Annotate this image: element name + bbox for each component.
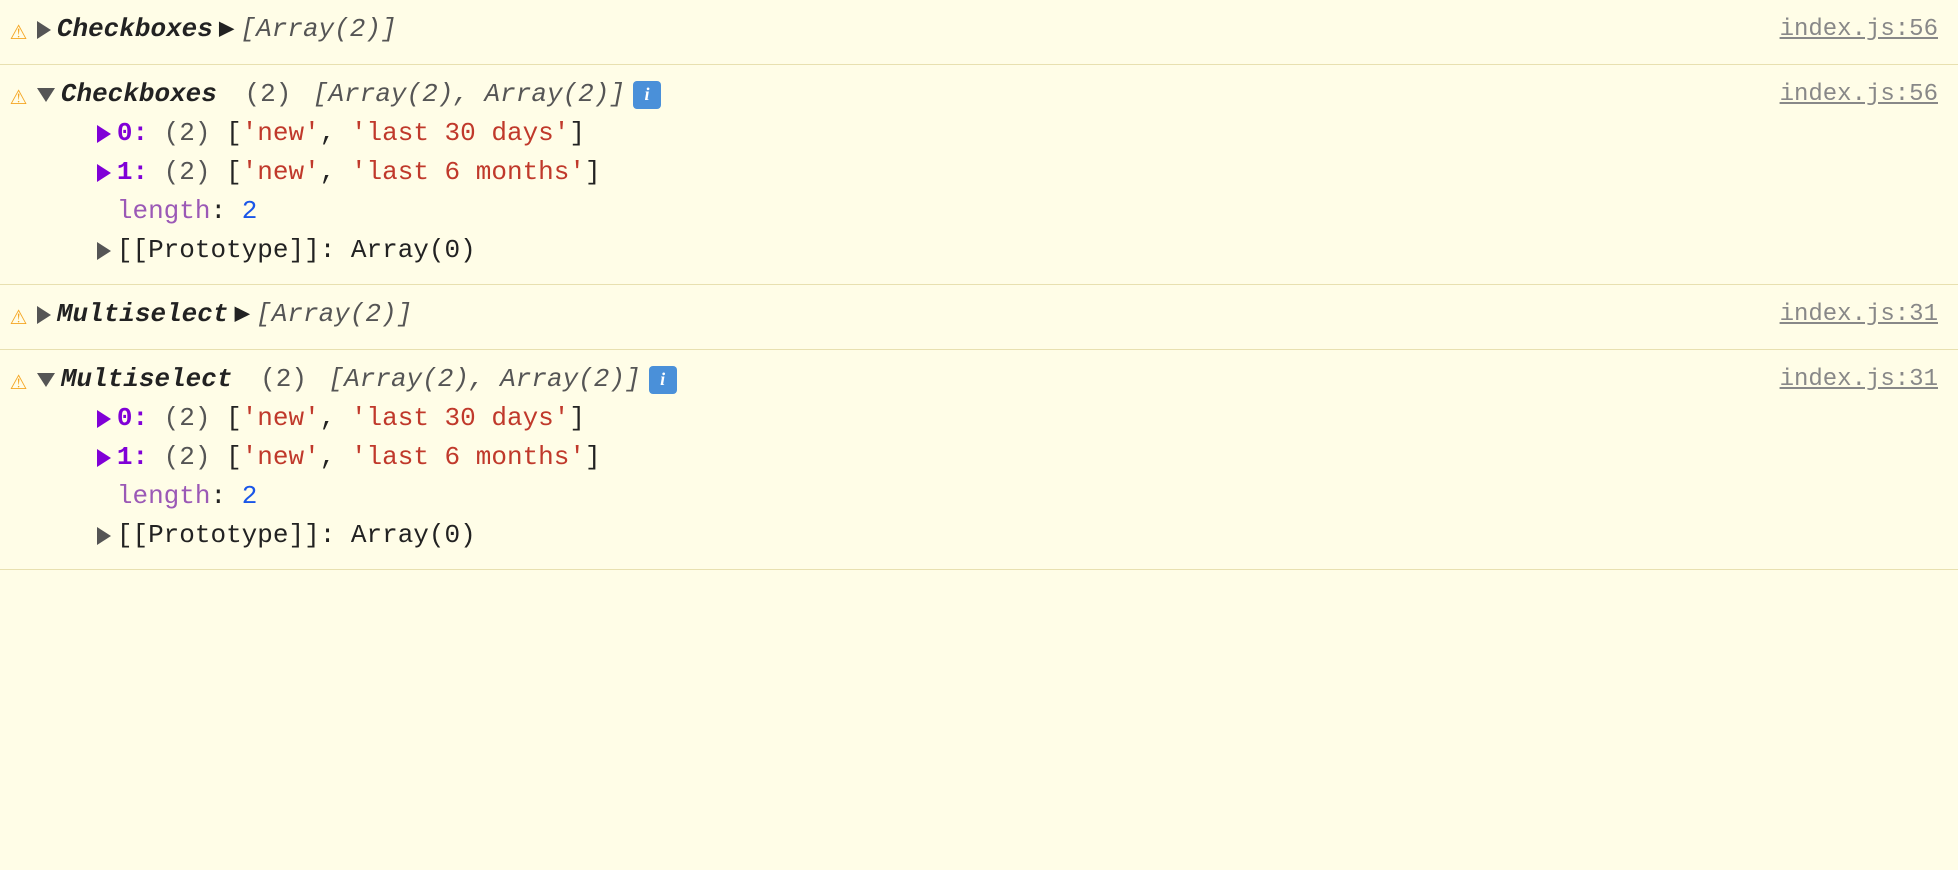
log-row-1: ⚠ Checkboxes ▶ [Array(2)] index.js:56 — [0, 0, 1958, 65]
array-summary-3: [Array(2)] — [256, 295, 412, 334]
bracket-open-0-4: [ — [226, 399, 242, 438]
index-1: 1: — [117, 153, 148, 192]
expand-proto-4[interactable] — [97, 527, 111, 545]
count-child-1-4: (2) — [148, 438, 226, 477]
colon-length-4: : — [210, 477, 241, 516]
log-content-1: Checkboxes ▶ [Array(2)] index.js:56 — [37, 10, 1938, 49]
info-badge-2[interactable]: i — [633, 81, 661, 109]
bracket-open-1-4: [ — [226, 438, 242, 477]
child-1-row-4: 1: (2) [ 'new' , 'last 6 months' ] — [37, 438, 1938, 477]
comma-1-4: , — [320, 438, 351, 477]
item-0-0-4: 'new' — [242, 399, 320, 438]
log-content-4: Multiselect (2) [Array(2), Array(2)] i i… — [37, 360, 1938, 555]
child-0-row: 0: (2) [ 'new' , 'last 30 days' ] — [37, 114, 1938, 153]
child-0-row-4: 0: (2) [ 'new' , 'last 30 days' ] — [37, 399, 1938, 438]
array-count-4: (2) — [260, 360, 307, 399]
bracket-close-0-4: ] — [569, 399, 585, 438]
bracket-close-0: ] — [569, 114, 585, 153]
info-badge-4[interactable]: i — [649, 366, 677, 394]
expand-child-1[interactable] — [97, 164, 111, 182]
count-child-0: (2) — [148, 114, 226, 153]
warning-icon-4: ⚠ — [10, 362, 27, 404]
row-header-3: Multiselect ▶ [Array(2)] index.js:31 — [37, 295, 1938, 334]
separator-3: ▶ — [235, 295, 251, 334]
index-0-4: 0: — [117, 399, 148, 438]
expand-arrow-3[interactable] — [37, 306, 51, 324]
separator-4 — [239, 360, 255, 399]
separator-4b — [307, 360, 323, 399]
row-header-4: Multiselect (2) [Array(2), Array(2)] i i… — [37, 360, 1938, 399]
item-0-0: 'new' — [242, 114, 320, 153]
array-count-2: (2) — [245, 75, 292, 114]
length-val-4: 2 — [242, 477, 258, 516]
item-1-0-4: 'new' — [242, 438, 320, 477]
length-val-2: 2 — [242, 192, 258, 231]
comma-0: , — [320, 114, 351, 153]
separator-2b — [291, 75, 307, 114]
colon-length-2: : — [210, 192, 241, 231]
file-link-1[interactable]: index.js:56 — [1780, 12, 1938, 48]
log-content-2: Checkboxes (2) [Array(2), Array(2)] i in… — [37, 75, 1938, 270]
array-summary-2: [Array(2), Array(2)] — [313, 75, 625, 114]
length-key-2: length — [117, 192, 211, 231]
collapse-arrow-2[interactable] — [37, 88, 55, 102]
index-0: 0: — [117, 114, 148, 153]
expand-child-0[interactable] — [97, 125, 111, 143]
proto-label-2: [[Prototype]]: Array(0) — [117, 231, 476, 270]
item-1-1: 'last 6 months' — [351, 153, 585, 192]
log-content-3: Multiselect ▶ [Array(2)] index.js:31 — [37, 295, 1938, 334]
count-child-1: (2) — [148, 153, 226, 192]
expand-child-1-4[interactable] — [97, 449, 111, 467]
item-1-0: 'new' — [242, 153, 320, 192]
length-row-2: length : 2 — [37, 192, 1938, 231]
comma-1: , — [320, 153, 351, 192]
file-link-3[interactable]: index.js:31 — [1780, 297, 1938, 333]
label-multiselect-3: Multiselect — [57, 295, 229, 334]
bracket-close-1-4: ] — [585, 438, 601, 477]
log-row-3: ⚠ Multiselect ▶ [Array(2)] index.js:31 — [0, 285, 1958, 350]
array-summary-4: [Array(2), Array(2)] — [329, 360, 641, 399]
separator-1: ▶ — [219, 10, 235, 49]
item-0-1: 'last 30 days' — [351, 114, 569, 153]
proto-label-4: [[Prototype]]: Array(0) — [117, 516, 476, 555]
length-row-4: length : 2 — [37, 477, 1938, 516]
bracket-open-1: [ — [226, 153, 242, 192]
log-row-2: ⚠ Checkboxes (2) [Array(2), Array(2)] i … — [0, 65, 1958, 285]
row-header-1: Checkboxes ▶ [Array(2)] index.js:56 — [37, 10, 1938, 49]
file-link-4[interactable]: index.js:31 — [1780, 362, 1938, 398]
child-1-row: 1: (2) [ 'new' , 'last 6 months' ] — [37, 153, 1938, 192]
separator-2 — [223, 75, 239, 114]
expand-child-0-4[interactable] — [97, 410, 111, 428]
item-0-1-4: 'last 30 days' — [351, 399, 569, 438]
expand-arrow-1[interactable] — [37, 21, 51, 39]
count-child-0-4: (2) — [148, 399, 226, 438]
console-panel: ⚠ Checkboxes ▶ [Array(2)] index.js:56 ⚠ … — [0, 0, 1958, 870]
item-1-1-4: 'last 6 months' — [351, 438, 585, 477]
proto-row-4: [[Prototype]]: Array(0) — [37, 516, 1938, 555]
warning-icon-3: ⚠ — [10, 297, 27, 339]
bracket-close-1: ] — [585, 153, 601, 192]
length-key-4: length — [117, 477, 211, 516]
warning-icon-1: ⚠ — [10, 12, 27, 54]
warning-icon-2: ⚠ — [10, 77, 27, 119]
comma-0-4: , — [320, 399, 351, 438]
label-checkboxes-2: Checkboxes — [61, 75, 217, 114]
collapse-arrow-4[interactable] — [37, 373, 55, 387]
label-checkboxes-1: Checkboxes — [57, 10, 213, 49]
file-link-2[interactable]: index.js:56 — [1780, 77, 1938, 113]
proto-row-2: [[Prototype]]: Array(0) — [37, 231, 1938, 270]
bracket-open-0: [ — [226, 114, 242, 153]
array-summary-1: [Array(2)] — [241, 10, 397, 49]
log-row-4: ⚠ Multiselect (2) [Array(2), Array(2)] i… — [0, 350, 1958, 570]
expand-proto-2[interactable] — [97, 242, 111, 260]
index-1-4: 1: — [117, 438, 148, 477]
label-multiselect-4: Multiselect — [61, 360, 233, 399]
row-header-2: Checkboxes (2) [Array(2), Array(2)] i in… — [37, 75, 1938, 114]
